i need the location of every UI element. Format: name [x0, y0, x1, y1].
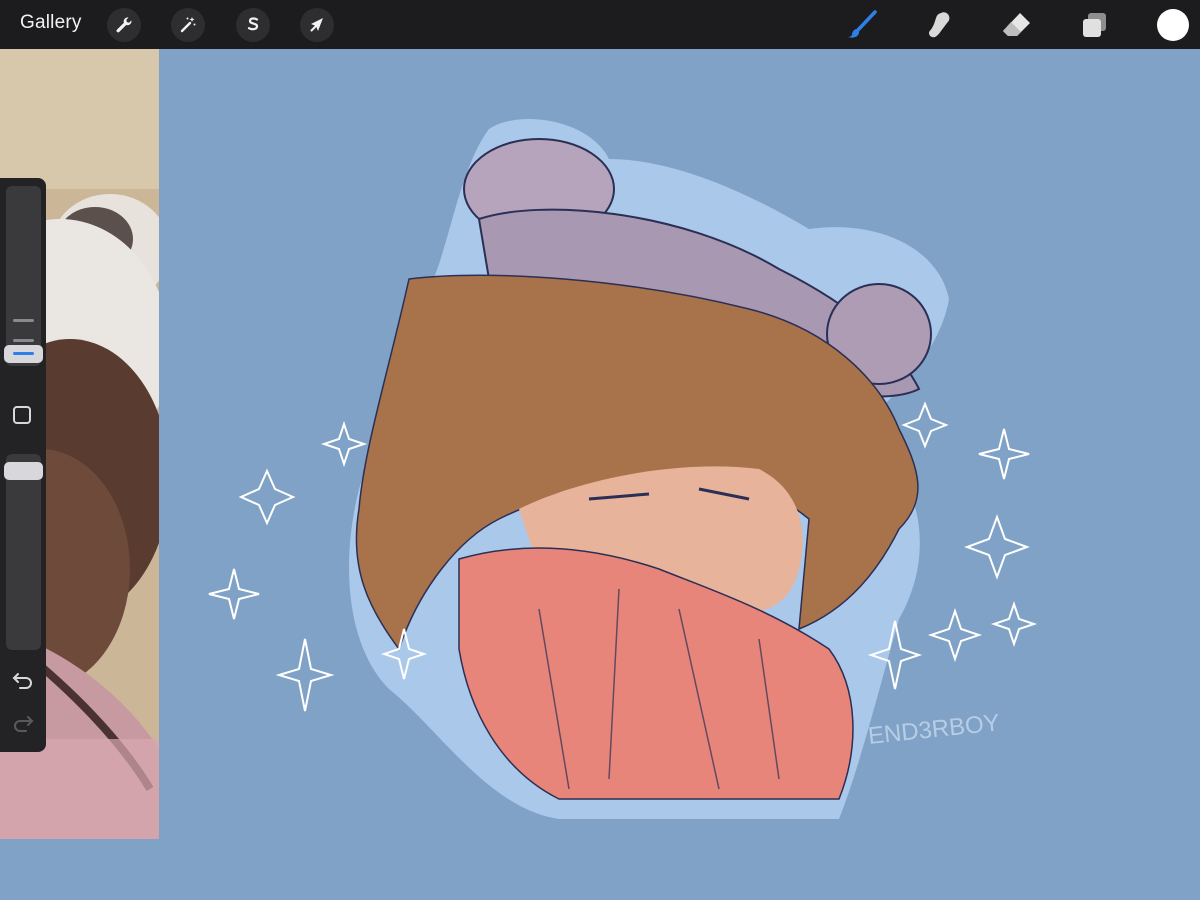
eraser-icon — [1003, 13, 1030, 36]
size-tick — [13, 319, 34, 322]
layers-tool[interactable] — [1078, 8, 1112, 42]
selection-button[interactable] — [236, 8, 270, 42]
wrench-icon — [116, 17, 132, 33]
redo-button[interactable] — [11, 713, 35, 733]
opacity-handle[interactable] — [4, 462, 43, 480]
adjustments-button[interactable] — [171, 8, 205, 42]
magic-wand-icon — [180, 17, 196, 33]
signature: END3RBOY — [867, 709, 1001, 750]
brush-icon — [848, 10, 877, 38]
brush-sidebar — [0, 178, 46, 752]
modify-button[interactable] — [13, 406, 31, 424]
smudge-tool[interactable] — [922, 8, 956, 42]
smudge-icon — [929, 12, 950, 38]
top-toolbar: Gallery — [0, 0, 1200, 49]
eraser-tool[interactable] — [1000, 8, 1034, 42]
color-picker-button[interactable] — [1157, 9, 1189, 41]
layers-icon — [1083, 13, 1106, 37]
opacity-slider[interactable] — [4, 454, 43, 650]
size-tick — [13, 339, 34, 342]
redo-icon — [14, 716, 34, 732]
transform-button[interactable] — [300, 8, 334, 42]
brush-size-handle[interactable] — [4, 345, 43, 363]
selection-s-icon — [247, 17, 259, 31]
brush-tool[interactable] — [846, 8, 880, 42]
undo-button[interactable] — [11, 670, 35, 690]
actions-button[interactable] — [107, 8, 141, 42]
undo-icon — [12, 673, 32, 689]
brush-size-slider[interactable] — [4, 186, 43, 366]
gallery-button[interactable]: Gallery — [20, 12, 82, 34]
drawing-canvas[interactable]: END3RBOY — [159, 49, 1200, 900]
arrow-cursor-icon — [310, 18, 323, 32]
